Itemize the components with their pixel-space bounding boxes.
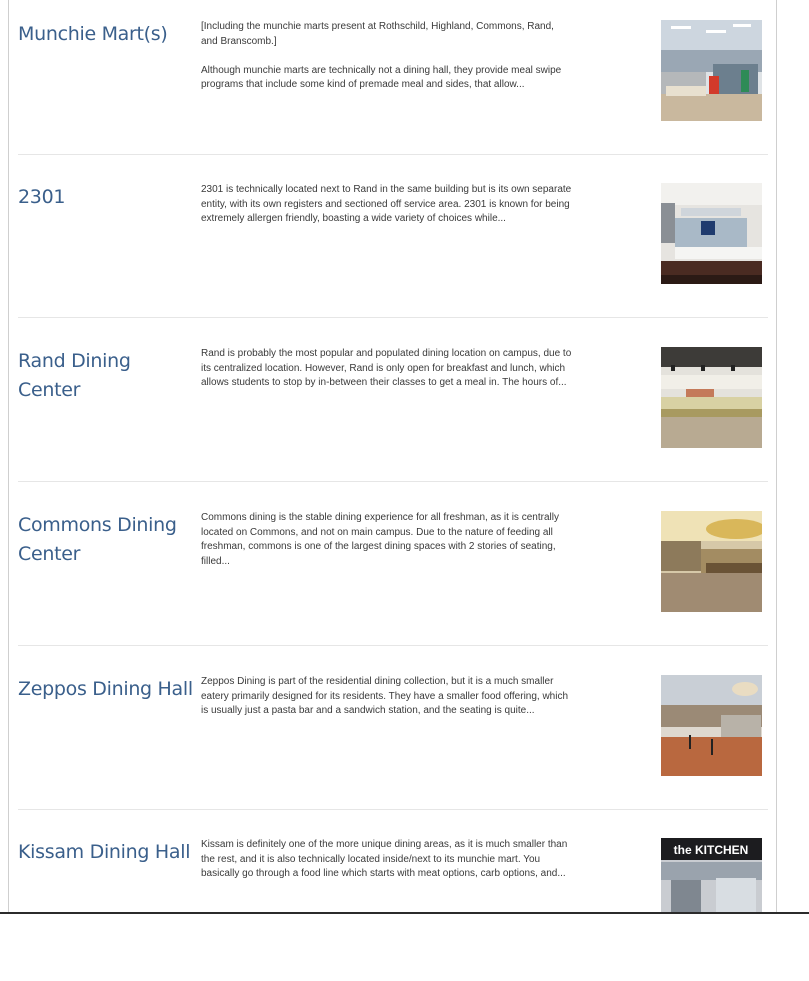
dining-entry-commons: Commons Dining Center Commons dining is … xyxy=(18,491,768,654)
left-border xyxy=(8,0,9,914)
entry-thumbnail-kissam[interactable]: the KITCHEN xyxy=(661,838,762,912)
right-border xyxy=(776,0,777,914)
entry-description: [Including the munchie marts present at … xyxy=(201,20,573,107)
entry-divider xyxy=(18,645,768,646)
entry-title-link[interactable]: Commons Dining Center xyxy=(18,511,193,569)
entry-title-link[interactable]: 2301 xyxy=(18,183,193,212)
kitchen-sign: the KITCHEN xyxy=(674,843,749,857)
entry-thumbnail-rand[interactable] xyxy=(661,347,762,448)
entry-description: Zeppos Dining is part of the residential… xyxy=(201,675,573,733)
entry-divider xyxy=(18,809,768,810)
entry-thumbnail-munchie-mart[interactable] xyxy=(661,20,762,121)
entry-description: Rand is probably the most popular and po… xyxy=(201,347,573,405)
entry-note: [Including the munchie marts present at … xyxy=(201,21,554,47)
entry-thumbnail-2301[interactable] xyxy=(661,183,762,284)
dining-entry-rand: Rand Dining Center Rand is probably the … xyxy=(18,327,768,490)
entry-excerpt: Kissam is definitely one of the more uni… xyxy=(201,839,568,879)
entry-description: Kissam is definitely one of the more uni… xyxy=(201,838,573,896)
entry-excerpt: Although munchie marts are technically n… xyxy=(201,64,562,91)
entry-title-link[interactable]: Munchie Mart(s) xyxy=(18,20,193,49)
entry-thumbnail-commons[interactable] xyxy=(661,511,762,612)
dining-entry-2301: 2301 2301 is technically located next to… xyxy=(18,163,768,326)
entry-excerpt: 2301 is technically located next to Rand… xyxy=(201,184,572,224)
dining-entry-kissam: Kissam Dining Hall Kissam is definitely … xyxy=(18,818,768,981)
dining-entry-zeppos: Zeppos Dining Hall Zeppos Dining is part… xyxy=(18,655,768,818)
entry-divider xyxy=(18,317,768,318)
entry-divider xyxy=(18,481,768,482)
entry-title-link[interactable]: Kissam Dining Hall xyxy=(18,838,193,867)
entry-title-link[interactable]: Zeppos Dining Hall xyxy=(18,675,193,704)
entry-excerpt: Rand is probably the most popular and po… xyxy=(201,348,572,388)
entry-excerpt: Commons dining is the stable dining expe… xyxy=(201,512,559,567)
entry-thumbnail-zeppos[interactable] xyxy=(661,675,762,776)
entry-divider xyxy=(18,154,768,155)
entry-description: 2301 is technically located next to Rand… xyxy=(201,183,573,241)
entry-excerpt: Zeppos Dining is part of the residential… xyxy=(201,676,569,716)
entry-description: Commons dining is the stable dining expe… xyxy=(201,511,573,584)
dining-entry-munchie-mart: Munchie Mart(s) [Including the munchie m… xyxy=(18,0,768,163)
entry-title-link[interactable]: Rand Dining Center xyxy=(18,347,193,405)
